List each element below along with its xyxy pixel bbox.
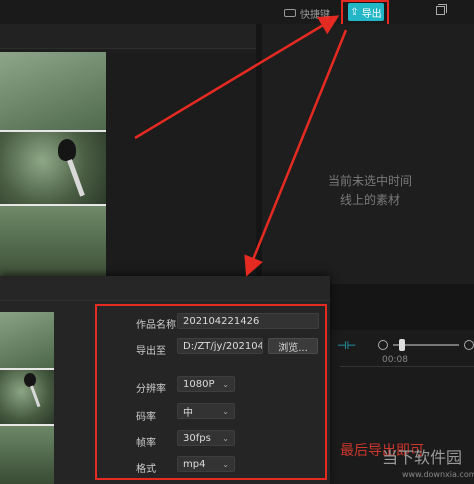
annotation-arrows (134, 15, 348, 277)
arrow-to-dialog (244, 29, 348, 277)
arrow-to-export (134, 15, 340, 140)
